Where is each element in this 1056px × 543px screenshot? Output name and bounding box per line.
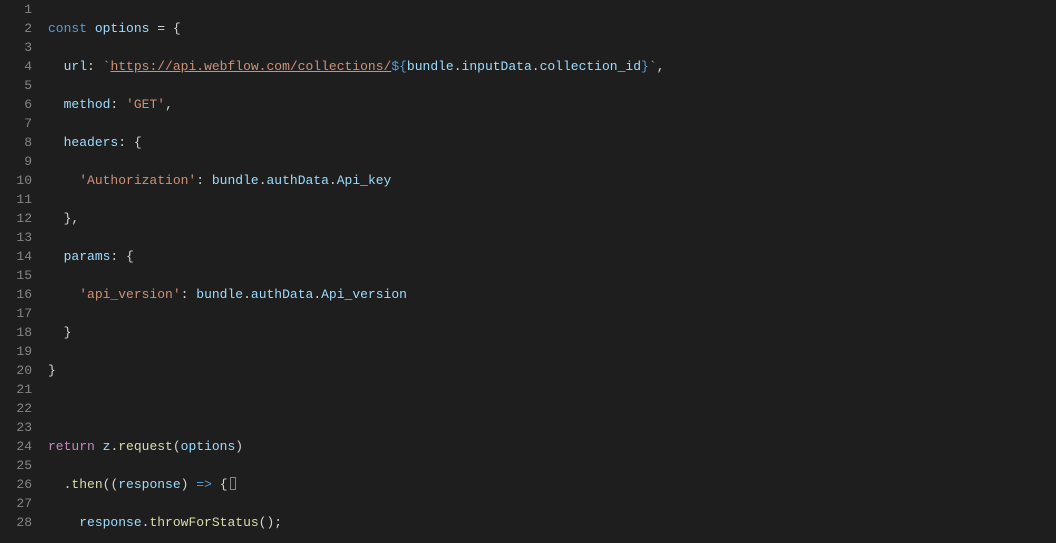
line-number: 8: [8, 133, 32, 152]
line-number: 19: [8, 342, 32, 361]
code-line[interactable]: response.throwForStatus();: [48, 513, 1056, 532]
line-number: 9: [8, 152, 32, 171]
code-line[interactable]: },: [48, 209, 1056, 228]
line-number: 3: [8, 38, 32, 57]
line-number: 21: [8, 380, 32, 399]
code-line[interactable]: method: 'GET',: [48, 95, 1056, 114]
line-number: 4: [8, 57, 32, 76]
code-editor[interactable]: 1 2 3 4 5 6 7 8 9 10 11 12 13 14 15 16 1…: [0, 0, 1056, 543]
code-line[interactable]: }: [48, 323, 1056, 342]
line-number: 13: [8, 228, 32, 247]
folding-marker-icon: [230, 477, 236, 490]
code-line[interactable]: headers: {: [48, 133, 1056, 152]
line-number: 12: [8, 209, 32, 228]
code-line[interactable]: [48, 399, 1056, 418]
code-line[interactable]: params: {: [48, 247, 1056, 266]
code-line[interactable]: return z.request(options): [48, 437, 1056, 456]
line-number: 20: [8, 361, 32, 380]
code-line[interactable]: const options = {: [48, 19, 1056, 38]
line-number: 14: [8, 247, 32, 266]
line-number: 7: [8, 114, 32, 133]
line-number: 10: [8, 171, 32, 190]
code-line[interactable]: .then((response) => {: [48, 475, 1056, 494]
code-line[interactable]: }: [48, 361, 1056, 380]
code-area[interactable]: const options = { url: `https://api.webf…: [48, 0, 1056, 543]
line-number: 17: [8, 304, 32, 323]
line-number: 5: [8, 76, 32, 95]
line-number: 22: [8, 399, 32, 418]
line-number: 23: [8, 418, 32, 437]
line-number-gutter: 1 2 3 4 5 6 7 8 9 10 11 12 13 14 15 16 1…: [0, 0, 48, 543]
line-number: 16: [8, 285, 32, 304]
line-number: 11: [8, 190, 32, 209]
line-number: 24: [8, 437, 32, 456]
code-line[interactable]: url: `https://api.webflow.com/collection…: [48, 57, 1056, 76]
line-number: 18: [8, 323, 32, 342]
line-number: 6: [8, 95, 32, 114]
code-line[interactable]: 'api_version': bundle.authData.Api_versi…: [48, 285, 1056, 304]
code-line[interactable]: 'Authorization': bundle.authData.Api_key: [48, 171, 1056, 190]
line-number: 15: [8, 266, 32, 285]
line-number: 27: [8, 494, 32, 513]
line-number: 1: [8, 0, 32, 19]
line-number: 25: [8, 456, 32, 475]
line-number: 2: [8, 19, 32, 38]
line-number: 26: [8, 475, 32, 494]
line-number: 28: [8, 513, 32, 532]
